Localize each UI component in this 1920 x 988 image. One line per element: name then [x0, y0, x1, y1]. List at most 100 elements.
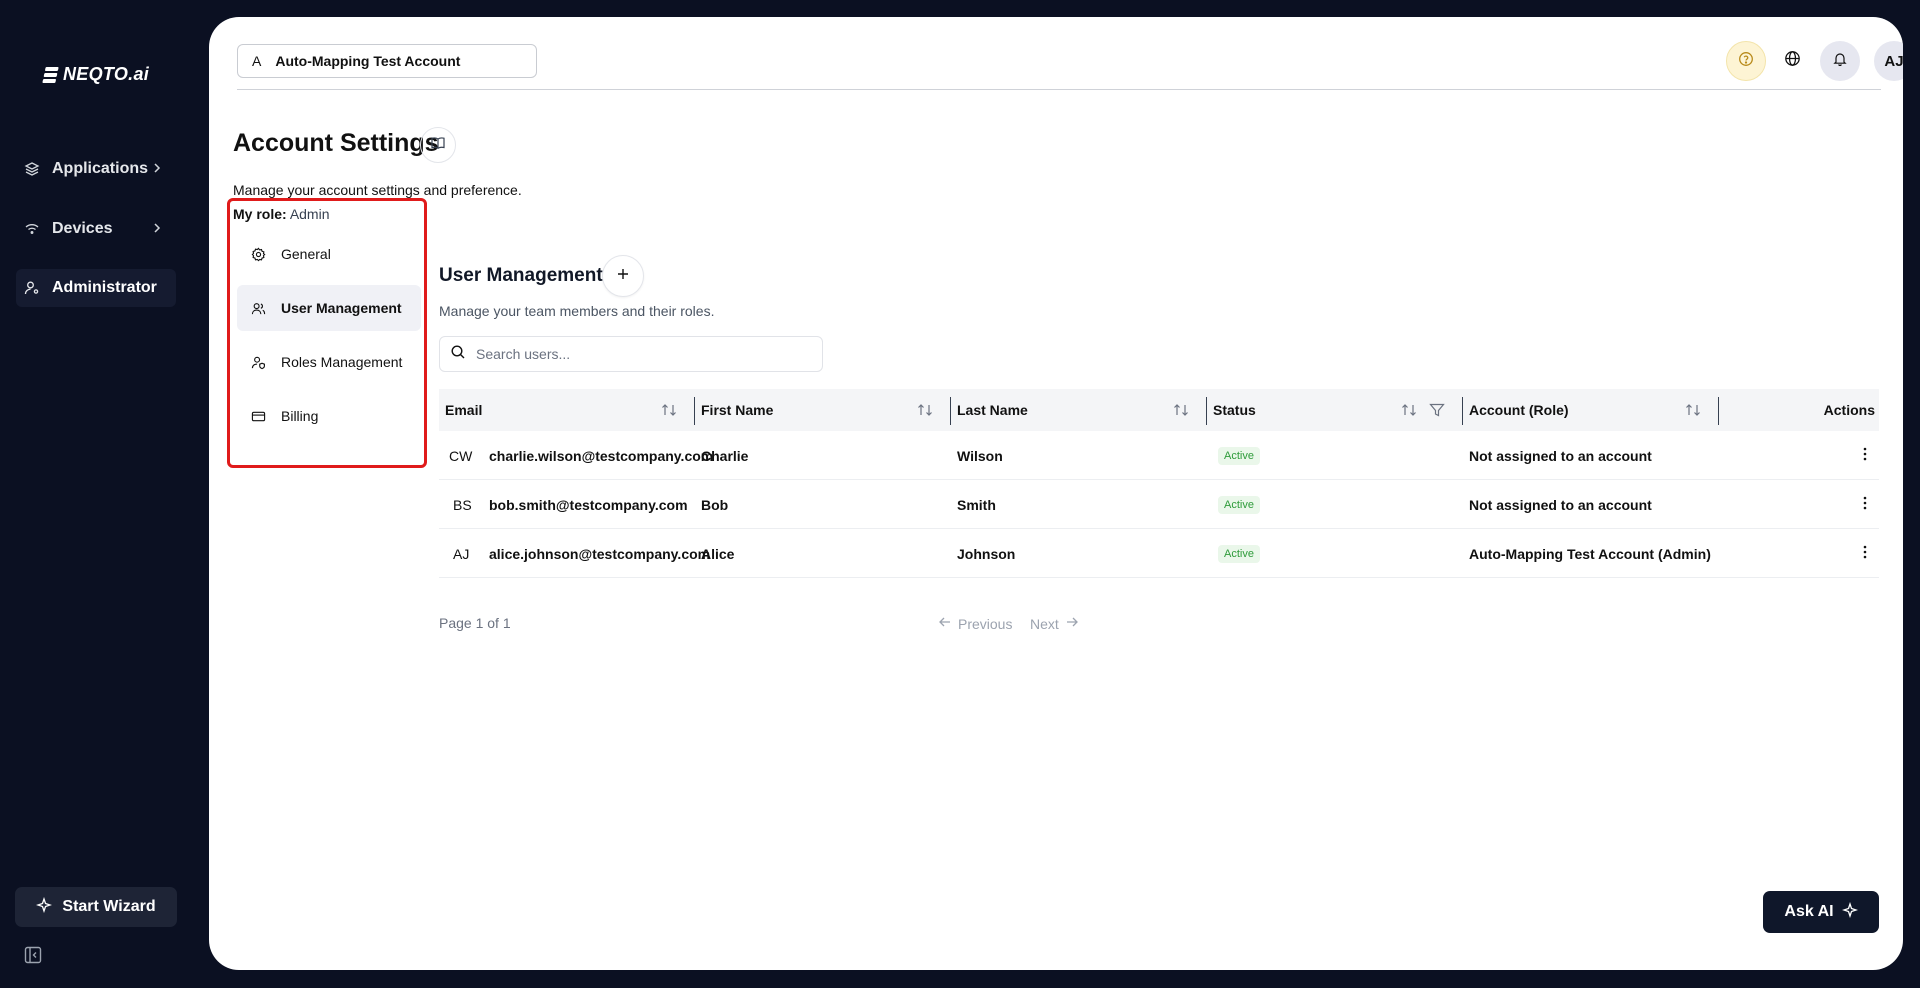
wifi-icon — [24, 221, 40, 237]
account-name: Auto-Mapping Test Account — [275, 53, 461, 69]
column-email[interactable]: Email — [445, 389, 685, 431]
brand-logo[interactable]: NEQTO.ai — [42, 64, 149, 85]
table-row[interactable]: BS bob.smith@testcompany.com Bob Smith A… — [439, 480, 1879, 529]
ask-ai-label: Ask AI — [1784, 903, 1834, 920]
account-selector[interactable]: A Auto-Mapping Test Account — [237, 44, 537, 78]
column-first-name[interactable]: First Name — [701, 389, 941, 431]
arrow-left-icon — [938, 615, 952, 632]
account-letter: A — [252, 53, 262, 69]
cell-last-name: Wilson — [957, 447, 1003, 464]
docs-button[interactable] — [420, 127, 456, 163]
more-vertical-icon — [1858, 495, 1872, 514]
column-actions: Actions — [1739, 389, 1875, 431]
notifications-button[interactable] — [1820, 41, 1860, 81]
language-button[interactable] — [1772, 41, 1812, 81]
column-account-role[interactable]: Account (Role) — [1469, 389, 1709, 431]
sparkle-icon — [1841, 901, 1858, 923]
page-indicator: Page 1 of 1 — [439, 615, 511, 631]
column-divider — [1718, 397, 1719, 425]
cell-first-name: Bob — [701, 496, 729, 513]
main-panel: A Auto-Mapping Test Account AJ Account S… — [209, 17, 1903, 970]
collapse-sidebar-icon[interactable] — [24, 946, 44, 966]
status-badge: Active — [1218, 495, 1260, 514]
column-label: Last Name — [957, 402, 1028, 418]
column-label: First Name — [701, 402, 774, 418]
column-label: Actions — [1823, 402, 1875, 418]
settings-nav-label: General — [281, 246, 331, 262]
column-label: Account (Role) — [1469, 402, 1569, 418]
status-badge: Active — [1218, 446, 1260, 465]
sidebar-item-administrator[interactable]: Administrator — [16, 269, 176, 307]
row-actions-menu[interactable] — [1858, 431, 1872, 480]
gear-icon — [250, 246, 266, 262]
settings-nav-label: Billing — [281, 408, 319, 424]
settings-nav-general[interactable]: General — [237, 231, 421, 277]
column-divider — [694, 397, 695, 425]
previous-page-button[interactable]: Previous — [938, 615, 1012, 632]
sparkle-icon — [36, 896, 53, 918]
help-button[interactable] — [1726, 41, 1766, 81]
book-icon — [430, 135, 446, 156]
cell-first-name: Charlie — [701, 447, 749, 464]
column-label: Email — [445, 402, 483, 418]
row-actions-menu[interactable] — [1858, 480, 1872, 529]
column-last-name[interactable]: Last Name — [957, 389, 1197, 431]
layers-icon — [24, 161, 40, 177]
chevron-right-icon — [150, 221, 164, 240]
filter-icon[interactable] — [1429, 403, 1445, 420]
sort-icon[interactable] — [661, 403, 677, 420]
user-avatar[interactable]: AJ — [1874, 41, 1903, 81]
plus-icon — [616, 267, 630, 286]
settings-nav-user-management[interactable]: User Management — [237, 285, 421, 331]
users-icon — [250, 300, 266, 316]
page-subtitle: Manage your account settings and prefere… — [233, 182, 522, 198]
cell-email: alice.johnson@testcompany.com — [489, 545, 711, 562]
row-actions-menu[interactable] — [1858, 529, 1872, 578]
user-initials: BS — [453, 496, 472, 513]
bell-icon — [1832, 51, 1848, 72]
column-divider — [950, 397, 951, 425]
sort-icon[interactable] — [1685, 403, 1701, 420]
column-status[interactable]: Status — [1213, 389, 1453, 431]
start-wizard-button[interactable]: Start Wizard — [15, 887, 177, 927]
cell-account-role: Not assigned to an account — [1469, 496, 1652, 513]
sort-icon[interactable] — [917, 403, 933, 420]
topbar: A Auto-Mapping Test Account AJ — [237, 17, 1903, 90]
more-vertical-icon — [1858, 446, 1872, 465]
sidebar-item-devices[interactable]: Devices — [16, 210, 176, 248]
search-input[interactable] — [476, 346, 806, 362]
settings-nav-label: User Management — [281, 300, 402, 316]
user-initials: CW — [449, 447, 473, 464]
cell-email: bob.smith@testcompany.com — [489, 496, 688, 513]
user-shield-icon — [250, 354, 266, 370]
table-header: Email First Name Last Name Status Accoun… — [439, 389, 1879, 431]
column-label: Status — [1213, 402, 1256, 418]
sidebar-item-label: Devices — [52, 220, 113, 237]
section-title: User Management — [439, 265, 603, 286]
settings-nav-roles-management[interactable]: Roles Management — [237, 339, 421, 385]
user-cog-icon — [24, 280, 40, 296]
cell-first-name: Alice — [701, 545, 735, 562]
table-row[interactable]: AJ alice.johnson@testcompany.com Alice J… — [439, 529, 1879, 578]
cell-account-role: Auto-Mapping Test Account (Admin) — [1469, 545, 1711, 562]
search-icon — [450, 344, 466, 365]
column-divider — [1206, 397, 1207, 425]
next-label: Next — [1030, 615, 1059, 632]
add-user-button[interactable] — [602, 255, 644, 297]
table-row[interactable]: CW charlie.wilson@testcompany.com Charli… — [439, 431, 1879, 480]
sort-icon[interactable] — [1401, 403, 1417, 420]
status-badge: Active — [1218, 544, 1260, 563]
ask-ai-button[interactable]: Ask AI — [1763, 891, 1879, 933]
settings-nav: General User Management Roles Management… — [227, 198, 427, 468]
sidebar-item-applications[interactable]: Applications — [16, 150, 176, 188]
previous-label: Previous — [958, 615, 1013, 632]
sort-icon[interactable] — [1173, 403, 1189, 420]
next-page-button[interactable]: Next — [1030, 615, 1079, 632]
app-sidebar: NEQTO.ai Applications Devices Administra… — [0, 0, 208, 988]
search-box — [439, 336, 823, 372]
arrow-right-icon — [1065, 615, 1079, 632]
settings-nav-billing[interactable]: Billing — [237, 393, 421, 439]
credit-card-icon — [250, 408, 266, 424]
cell-email: charlie.wilson@testcompany.com — [489, 447, 714, 464]
help-icon — [1738, 51, 1754, 72]
